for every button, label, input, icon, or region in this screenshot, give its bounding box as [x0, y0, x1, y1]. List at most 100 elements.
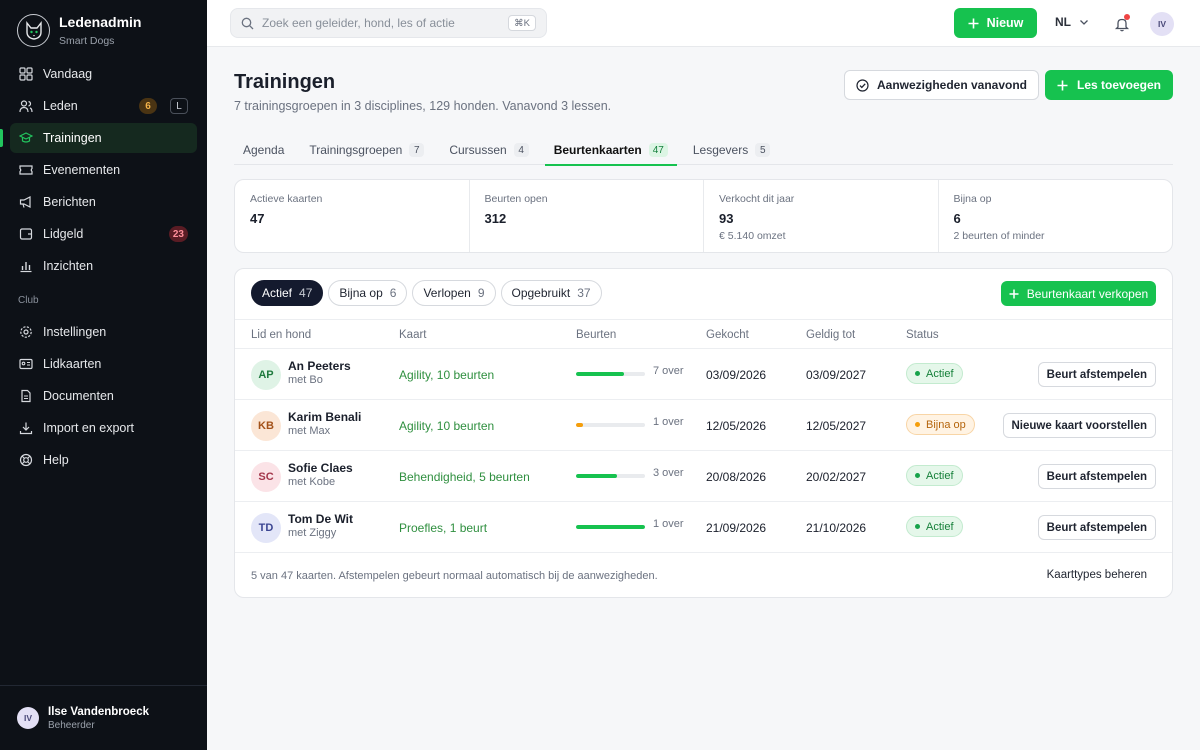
bar-chart-icon — [20, 262, 32, 273]
card-type-link[interactable]: Agility, 10 beurten — [399, 419, 494, 433]
sidebar-item-lidgeld[interactable]: Lidgeld 23 — [10, 219, 197, 249]
table-row[interactable]: SC Sofie Claes met Kobe Behendigheid, 5 … — [235, 451, 1172, 502]
status-label: Actief — [926, 469, 954, 482]
valid-until: 03/09/2027 — [806, 368, 867, 382]
current-user[interactable]: IV Ilse Vandenbroeck Beheerder — [0, 685, 207, 750]
sidebar-item-label: Trainingen — [43, 131, 102, 145]
sidebar-item-lidkaarten[interactable]: Lidkaarten — [10, 349, 197, 379]
search-box[interactable]: ⌘K — [230, 8, 547, 38]
notification-dot — [1124, 14, 1130, 20]
sidebar-item-help[interactable]: Help — [10, 445, 197, 475]
column-header[interactable]: Beurten — [576, 329, 616, 341]
stats-panel: Actieve kaarten 47 Beurten open 312 Verk… — [234, 179, 1173, 253]
sessions-progress — [576, 423, 645, 427]
document-icon — [21, 389, 31, 403]
lifebuoy-icon — [19, 453, 33, 467]
plus-icon — [1057, 80, 1068, 90]
avatar[interactable]: IV — [1150, 12, 1174, 36]
new-button[interactable]: Nieuw — [954, 8, 1037, 38]
stat-note: € 5.140 omzet — [719, 230, 786, 242]
sidebar-item-trainingen[interactable]: Trainingen — [0, 123, 197, 153]
column-header[interactable]: Lid en hond — [251, 329, 311, 341]
card-type-link[interactable]: Proefles, 1 beurt — [399, 521, 487, 535]
filter-count: 47 — [299, 286, 313, 300]
notifications-button[interactable] — [1113, 14, 1131, 32]
column-header[interactable]: Kaart — [399, 329, 427, 341]
count-badge: 23 — [168, 226, 188, 242]
purchase-date: 12/05/2026 — [706, 419, 767, 433]
stamp-session-button[interactable]: Beurt afstempelen — [1037, 362, 1156, 387]
stamp-session-button[interactable]: Beurt afstempelen — [1037, 515, 1156, 540]
filter-opgebruikt[interactable]: Opgebruikt 37 — [500, 280, 602, 306]
main-nav: Vandaag Leden 6 L Trainingen Evenementen… — [0, 59, 197, 477]
avatar: KB — [251, 411, 281, 441]
sidebar-item-leden[interactable]: Leden 6 L — [10, 91, 197, 121]
add-lesson-button[interactable]: Les toevoegen — [1045, 70, 1173, 100]
status-label: Actief — [926, 367, 954, 380]
filter-count: 9 — [477, 286, 485, 300]
purchase-date: 20/08/2026 — [706, 470, 767, 484]
table-row[interactable]: AP An Peeters met Bo Agility, 10 beurten… — [235, 349, 1172, 400]
attendance-button[interactable]: Aanwezigheden vanavond — [844, 70, 1039, 100]
stat-open-sessions: Beurten open 312 — [470, 180, 704, 252]
tab-beurtenkaarten[interactable]: Beurtenkaarten 47 — [544, 135, 677, 166]
sidebar-item-berichten[interactable]: Berichten — [10, 187, 197, 217]
filter-bijna-op[interactable]: Bijna op 6 — [328, 280, 408, 306]
tab-count: 4 — [513, 143, 529, 157]
sidebar-item-vandaag[interactable]: Vandaag — [10, 59, 197, 89]
stat-label: Bijna op — [953, 193, 992, 205]
status-label: Bijna op — [926, 418, 966, 431]
member-name[interactable]: An Peeters — [288, 359, 351, 373]
purchase-date: 03/09/2026 — [706, 368, 767, 382]
member-name[interactable]: Karim Benali — [288, 410, 361, 424]
stamp-session-button[interactable]: Beurt afstempelen — [1037, 464, 1156, 489]
column-header[interactable]: Geldig tot — [806, 329, 855, 341]
brand[interactable]: Ledenadmin Smart Dogs — [17, 14, 141, 47]
status-dot — [915, 473, 920, 478]
member-name[interactable]: Sofie Claes — [288, 461, 353, 475]
tab-agenda[interactable]: Agenda — [234, 135, 293, 165]
search-icon — [241, 17, 254, 29]
stat-value: 47 — [250, 211, 265, 226]
sidebar-item-inzichten[interactable]: Inzichten — [10, 251, 197, 281]
card-type-link[interactable]: Behendigheid, 5 beurten — [399, 470, 530, 484]
tab-lesgevers[interactable]: Lesgevers 5 — [684, 135, 779, 165]
search-input[interactable] — [262, 16, 502, 30]
dog-name: met Ziggy — [288, 527, 337, 539]
sidebar-item-label: Vandaag — [43, 67, 93, 81]
table-row[interactable]: TD Tom De Wit met Ziggy Proefles, 1 beur… — [235, 502, 1172, 553]
sidebar-item-evenementen[interactable]: Evenementen — [10, 155, 197, 185]
filter-actief[interactable]: Actief 47 — [251, 280, 324, 306]
column-header[interactable]: Gekocht — [706, 329, 749, 341]
card-type-link[interactable]: Agility, 10 beurten — [399, 368, 494, 382]
filter-verlopen[interactable]: Verlopen 9 — [412, 280, 496, 306]
sessions-left: 1 over — [653, 416, 684, 428]
column-header[interactable]: Status — [906, 329, 939, 341]
language-select[interactable]: NL — [1055, 15, 1089, 29]
dog-logo-icon — [17, 14, 50, 47]
language-label: NL — [1055, 15, 1071, 29]
status-dot — [915, 422, 920, 427]
valid-until: 20/02/2027 — [806, 470, 867, 484]
manage-card-types-link[interactable]: Kaarttypes beheren — [1047, 569, 1147, 581]
shortcut-key: L — [170, 98, 188, 114]
sidebar-item-label: Leden — [43, 99, 78, 113]
sessions-left: 7 over — [653, 365, 684, 377]
sessions-progress — [576, 525, 645, 529]
sidebar-item-import-export[interactable]: Import en export — [10, 413, 197, 443]
user-role: Beheerder — [48, 719, 95, 731]
table-row[interactable]: KB Karim Benali met Max Agility, 10 beur… — [235, 400, 1172, 451]
graduation-cap-icon — [19, 132, 33, 143]
sessions-left: 3 over — [653, 467, 684, 479]
sidebar-item-label: Lidkaarten — [43, 357, 102, 371]
member-name[interactable]: Tom De Wit — [288, 512, 353, 526]
sidebar-item-documenten[interactable]: Documenten — [10, 381, 197, 411]
sidebar-item-instellingen[interactable]: Instellingen — [10, 317, 197, 347]
tab-trainingsgroepen[interactable]: Trainingsgroepen 7 — [300, 135, 433, 165]
table-footer-note: 5 van 47 kaarten. Afstempelen gebeurt no… — [251, 570, 658, 582]
add-lesson-label: Les toevoegen — [1076, 78, 1162, 92]
tab-cursussen[interactable]: Cursussen 4 — [440, 135, 537, 165]
plus-icon — [968, 18, 979, 28]
sell-card-button[interactable]: Beurtenkaart verkopen — [1001, 281, 1156, 306]
propose-new-card-button[interactable]: Nieuwe kaart voorstellen — [1002, 413, 1156, 438]
